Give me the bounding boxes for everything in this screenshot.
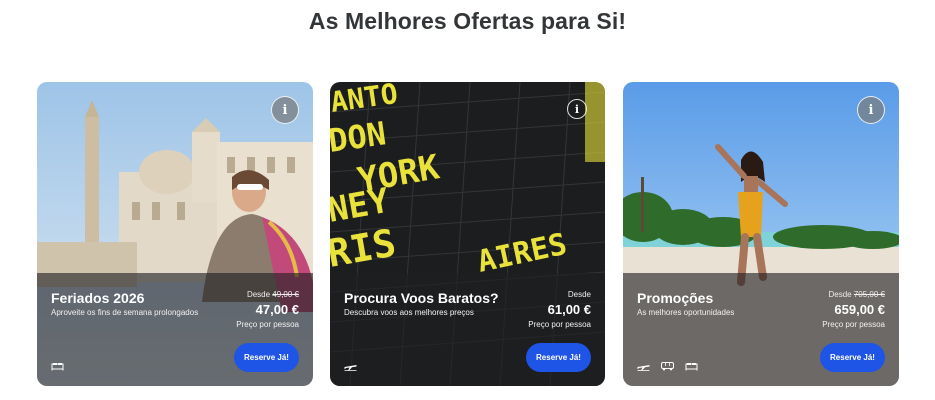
reserve-button[interactable]: Reserve Já! [234,343,299,372]
info-button[interactable]: i [567,99,587,119]
service-icons [51,361,64,371]
from-label: Desde [246,290,271,299]
old-price: 49,00 € [272,290,299,299]
reserve-button[interactable]: Reserve Já! [820,343,885,372]
info-icon: i [282,102,288,118]
current-price: 659,00 € [834,302,885,317]
from-label: Desde [828,290,852,299]
current-price: 47,00 € [255,302,299,317]
offer-card-promocoes[interactable]: i Promoções As melhores oportunidades De… [623,82,899,386]
info-icon: i [574,102,580,116]
price-box: Desde 61,00 € Preço por pessoa [528,290,591,329]
info-button[interactable]: i [271,96,299,124]
info-icon: i [868,102,874,118]
card-subtitle: Descubra voos aos melhores preços [344,308,474,317]
card-subtitle: Aproveite os fins de semana prolongados [51,308,199,317]
card-title: Procura Voos Baratos? [344,290,499,306]
from-label: Desde [567,290,591,299]
service-icons [344,361,357,371]
per-person-label: Preço por pessoa [528,320,591,329]
offers-carousel: i Feriados 2026 Aproveite os fins de sem… [37,82,899,386]
from-price: Desde 705,00 € [822,290,886,299]
price-box: Desde 705,00 € 659,00 € Preço por pessoa [822,290,885,329]
current-price: 61,00 € [547,302,591,317]
bus-icon [661,362,674,371]
card-subtitle: As melhores oportunidades [637,308,735,317]
bed-icon [51,363,64,371]
section-title: As Melhores Ofertas para Si! [308,8,627,34]
old-price: 705,00 € [853,290,885,299]
per-person-label: Preço por pessoa [822,320,885,329]
card-title: Feriados 2026 [51,290,145,306]
reserve-button[interactable]: Reserve Já! [526,343,591,372]
per-person-label: Preço por pessoa [236,320,299,329]
offer-card-voos[interactable]: ANTO DON YORK NEY RIS AIRES i Procura Vo… [330,82,605,386]
plane-icon [637,365,650,371]
info-button[interactable]: i [857,96,885,124]
card-title: Promoções [637,290,714,306]
offer-card-feriados[interactable]: i Feriados 2026 Aproveite os fins de sem… [37,82,313,386]
board-text-2: DON [330,114,388,160]
plane-icon [344,365,357,371]
service-icons [637,361,698,371]
bed-icon [685,363,698,371]
from-price: Desde 49,00 € [236,290,299,299]
price-box: Desde 49,00 € 47,00 € Preço por pessoa [236,290,299,329]
